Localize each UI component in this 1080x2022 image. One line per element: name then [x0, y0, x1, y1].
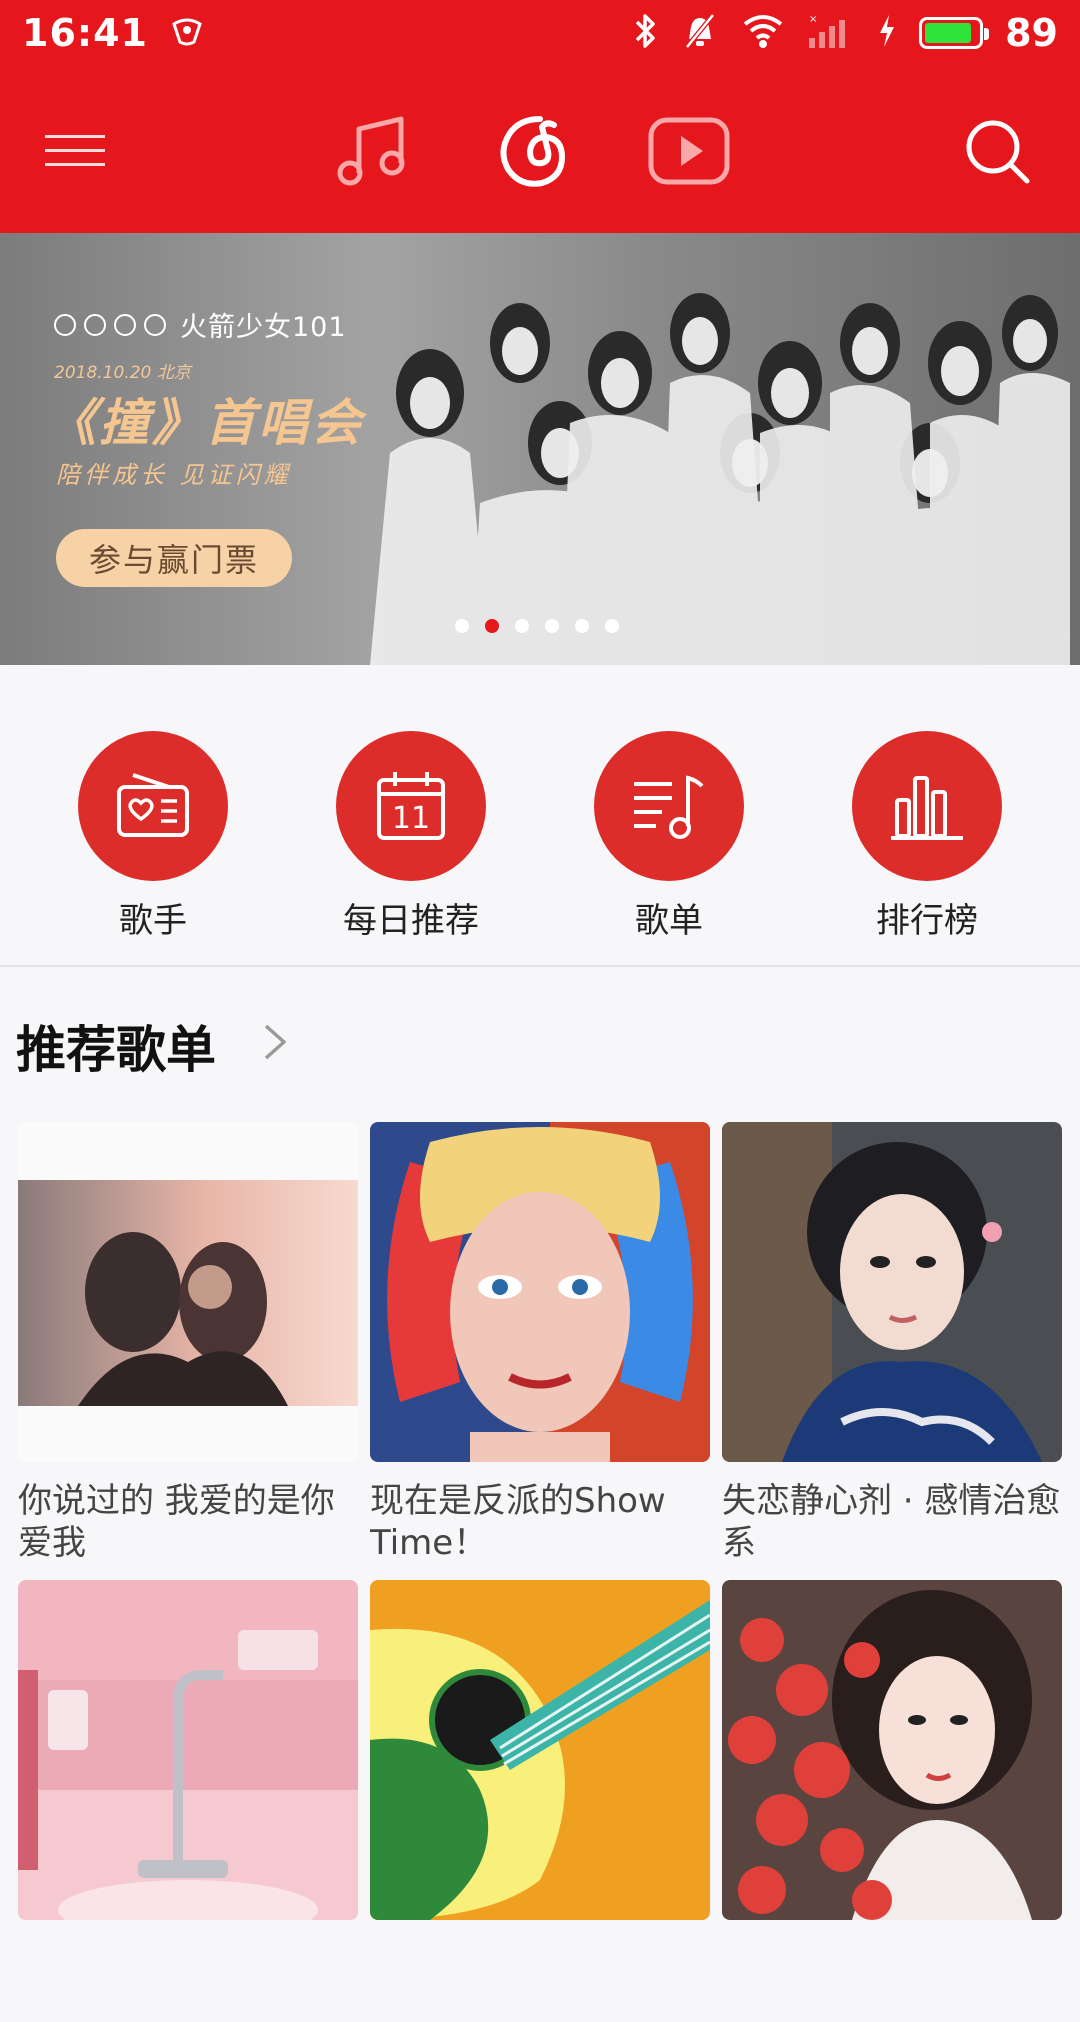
- playlist-card[interactable]: 你说过的 我爱的是你爱我: [18, 1122, 358, 1564]
- playlist-card[interactable]: [18, 1580, 358, 2022]
- page-dot[interactable]: [455, 619, 469, 633]
- bluetooth-icon: [633, 11, 659, 55]
- radio-heart-icon: [117, 773, 189, 837]
- menu-button[interactable]: [30, 106, 120, 196]
- battery-icon: [919, 17, 990, 49]
- playlist-title: [18, 1938, 358, 2022]
- category-playlist-circle: [594, 731, 744, 881]
- category-charts[interactable]: 排行榜: [817, 731, 1037, 942]
- search-icon: [966, 120, 1030, 184]
- page-dot[interactable]: [605, 619, 619, 633]
- playlist-cover: [722, 1580, 1062, 1920]
- playlist-card[interactable]: [722, 1580, 1062, 2022]
- menu-icon: [45, 135, 105, 166]
- playlist-cover: [18, 1122, 358, 1462]
- brand-logo-icon: [114, 313, 136, 336]
- category-row: 歌手 11 每日推荐 歌单 排行榜: [0, 665, 1080, 967]
- calendar-day: 11: [392, 801, 430, 836]
- category-label: 歌单: [635, 901, 703, 941]
- category-label: 排行榜: [876, 901, 978, 941]
- signal-icon: ×: [807, 12, 855, 54]
- brand-logo-icon: [84, 313, 106, 336]
- banner-subtitle: 陪伴成长 见证闪耀: [56, 461, 292, 489]
- playlist-title: 失恋静心剂 · 感情治愈系: [722, 1481, 1061, 1563]
- page-dot[interactable]: [575, 619, 589, 633]
- playlist-title: 你说过的 我爱的是你爱我: [18, 1481, 335, 1563]
- banner-page-indicator: [455, 619, 619, 633]
- video-play-icon: [648, 117, 730, 185]
- category-singer[interactable]: 歌手: [43, 731, 263, 942]
- top-nav-bar: [0, 66, 1080, 233]
- banner-title: 《撞》首唱会: [46, 394, 364, 452]
- tab-video[interactable]: [644, 106, 734, 196]
- status-bar: 16:41 × 89: [0, 0, 1080, 66]
- banner-brand-row: 火箭少女101: [54, 305, 347, 344]
- banner-date: 2018.10.20 北京: [54, 363, 191, 383]
- category-charts-circle: [852, 731, 1002, 881]
- playlist-title: [370, 1938, 710, 2022]
- page-dot[interactable]: [545, 619, 559, 633]
- category-singer-circle: [78, 731, 228, 881]
- category-label: 歌手: [119, 901, 187, 941]
- chart-bars-icon: [891, 776, 963, 840]
- banner-brand: 火箭少女101: [180, 312, 347, 343]
- mute-bell-icon: [681, 11, 719, 55]
- category-playlist[interactable]: 歌单: [559, 731, 779, 942]
- battery-level: 89: [1005, 11, 1058, 55]
- status-time: 16:41: [22, 11, 148, 55]
- brand-logo-icon: [54, 313, 76, 336]
- playlist-card[interactable]: 失恋静心剂 · 感情治愈系: [722, 1122, 1062, 1564]
- playlist-title: 现在是反派的Show Time！: [370, 1481, 666, 1563]
- section-title[interactable]: 推荐歌单: [16, 1010, 216, 1082]
- tab-music[interactable]: [328, 106, 418, 196]
- playlist-card[interactable]: [370, 1580, 710, 2022]
- category-daily[interactable]: 11 每日推荐: [301, 731, 521, 942]
- playlist-cover: [370, 1580, 710, 1920]
- banner-cta-button[interactable]: 参与赢门票: [56, 529, 292, 587]
- search-button[interactable]: [952, 106, 1042, 196]
- category-daily-circle: 11: [336, 731, 486, 881]
- calendar-icon: 11: [377, 772, 445, 840]
- chevron-right-icon[interactable]: [258, 1022, 294, 1062]
- charging-icon: [877, 13, 897, 53]
- promo-banner[interactable]: 火箭少女101 2018.10.20 北京 《撞》首唱会 陪伴成长 见证闪耀 参…: [0, 233, 1080, 665]
- wifi-icon: [741, 12, 785, 54]
- playlist-title: [722, 1938, 1062, 2022]
- playlist-cover: [722, 1122, 1062, 1462]
- page-dot-active[interactable]: [485, 619, 499, 633]
- svg-text:×: ×: [809, 14, 817, 25]
- category-label: 每日推荐: [343, 901, 479, 941]
- playlist-card[interactable]: 现在是反派的Show Time！: [370, 1122, 710, 1564]
- playlist-icon: [634, 775, 704, 839]
- brand-logo-icon: [144, 313, 166, 336]
- music-note-icon: [337, 116, 405, 186]
- page-dot[interactable]: [515, 619, 529, 633]
- playlist-cover: [370, 1122, 710, 1462]
- group-photo-image: [370, 293, 1070, 665]
- playlist-cover: [18, 1580, 358, 1920]
- tab-discover[interactable]: [487, 106, 577, 196]
- netease-logo-icon: [500, 116, 565, 187]
- notification-icon: [170, 14, 204, 52]
